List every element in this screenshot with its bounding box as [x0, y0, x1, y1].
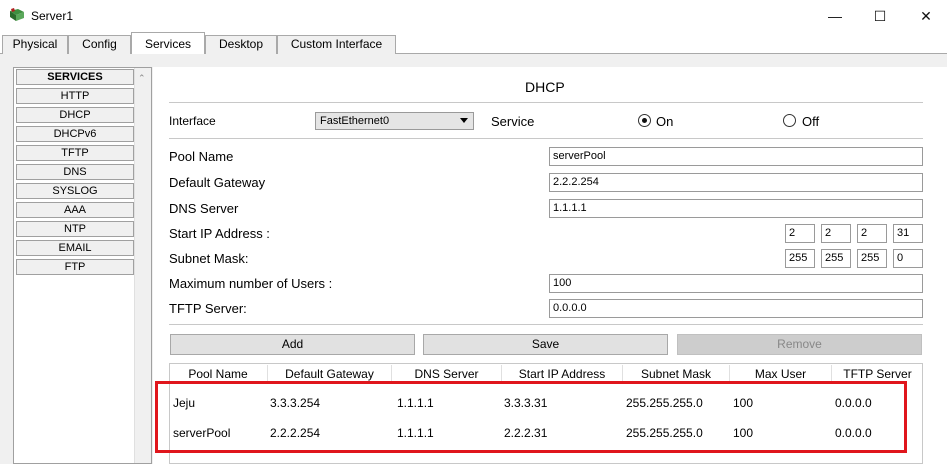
interface-label: Interface [169, 114, 216, 128]
sidebar-item-dhcpv6[interactable]: DHCPv6 [16, 126, 134, 142]
sidebar-item-tftp[interactable]: TFTP [16, 145, 134, 161]
scroll-up-icon[interactable]: ⌃ [138, 73, 146, 84]
server-app-icon [10, 8, 24, 21]
add-button[interactable]: Add [170, 334, 415, 355]
start-ip-octet-4[interactable]: 31 [893, 224, 923, 243]
service-on-radio[interactable] [638, 114, 651, 127]
remove-button[interactable]: Remove [677, 334, 922, 355]
divider [169, 324, 923, 325]
maximize-button[interactable]: ☐ [864, 4, 896, 28]
sidebar-header: SERVICES [16, 69, 134, 85]
title-bar: Server1 — ☐ ✕ [0, 0, 947, 32]
subnet-mask-octet-2[interactable]: 255 [821, 249, 851, 268]
tab-desktop[interactable]: Desktop [205, 35, 277, 54]
dns-server-input[interactable]: 1.1.1.1 [549, 199, 923, 218]
interface-select[interactable]: FastEthernet0 [315, 112, 474, 130]
tftp-server-label: TFTP Server: [169, 301, 247, 316]
tab-services[interactable]: Services [131, 32, 205, 55]
tftp-server-input[interactable]: 0.0.0.0 [549, 299, 923, 318]
minimize-button[interactable]: — [819, 4, 851, 28]
subnet-mask-octet-3[interactable]: 255 [857, 249, 887, 268]
divider [169, 102, 923, 103]
service-off-label: Off [802, 114, 820, 129]
sidebar-scrollbar[interactable]: ⌃ [134, 68, 151, 463]
pool-name-label: Pool Name [169, 149, 234, 164]
subnet-mask-label: Subnet Mask: [169, 251, 249, 266]
service-on-label: On [656, 114, 674, 129]
sidebar-item-http[interactable]: HTTP [16, 88, 134, 104]
sidebar-item-email[interactable]: EMAIL [16, 240, 134, 256]
highlight-box [155, 381, 907, 453]
max-users-input[interactable]: 100 [549, 274, 923, 293]
service-label: Service [491, 114, 535, 129]
window-title: Server1 [31, 9, 74, 23]
sidebar-item-ftp[interactable]: FTP [16, 259, 134, 275]
start-ip-label: Start IP Address : [169, 226, 270, 241]
tab-physical[interactable]: Physical [2, 35, 68, 54]
tab-config[interactable]: Config [68, 35, 131, 54]
radio-selected-icon [642, 118, 647, 123]
sidebar-item-aaa[interactable]: AAA [16, 202, 134, 218]
sidebar-item-ntp[interactable]: NTP [16, 221, 134, 237]
chevron-down-icon [460, 118, 468, 123]
interface-value: FastEthernet0 [320, 115, 390, 127]
sidebar-item-dns[interactable]: DNS [16, 164, 134, 180]
subnet-mask-octet-4[interactable]: 0 [893, 249, 923, 268]
subnet-mask-octet-1[interactable]: 255 [785, 249, 815, 268]
dns-server-label: DNS Server [169, 201, 239, 216]
services-sidebar: SERVICES HTTP DHCP DHCPv6 TFTP DNS SYSLO… [13, 67, 152, 464]
max-users-label: Maximum number of Users : [169, 276, 333, 291]
sidebar-item-dhcp[interactable]: DHCP [16, 107, 134, 123]
tab-custom-interface[interactable]: Custom Interface [277, 35, 396, 54]
page-title: DHCP [525, 79, 565, 95]
service-off-radio[interactable] [783, 114, 796, 127]
save-button[interactable]: Save [423, 334, 668, 355]
start-ip-octet-3[interactable]: 2 [857, 224, 887, 243]
start-ip-octet-1[interactable]: 2 [785, 224, 815, 243]
close-button[interactable]: ✕ [910, 4, 942, 28]
divider [169, 138, 923, 139]
tab-bar: Physical Config Services Desktop Custom … [0, 32, 947, 55]
start-ip-octet-2[interactable]: 2 [821, 224, 851, 243]
default-gateway-label: Default Gateway [169, 175, 266, 190]
pool-name-input[interactable]: serverPool [549, 147, 923, 166]
sidebar-item-syslog[interactable]: SYSLOG [16, 183, 134, 199]
default-gateway-input[interactable]: 2.2.2.254 [549, 173, 923, 192]
